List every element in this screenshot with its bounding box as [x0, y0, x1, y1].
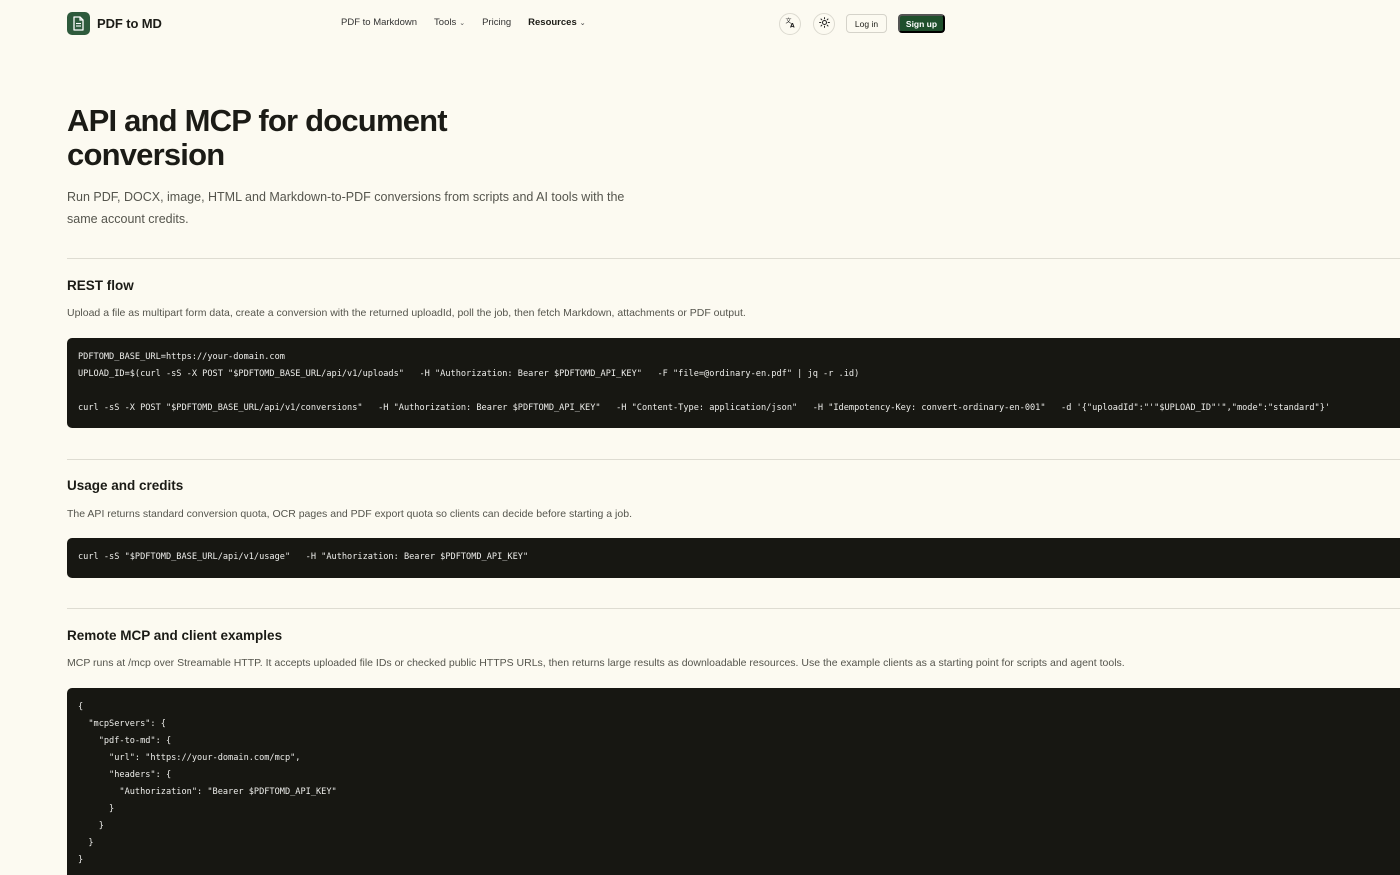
- divider: [67, 608, 1400, 609]
- sun-icon: [818, 15, 830, 33]
- signup-button[interactable]: Sign up: [898, 14, 945, 33]
- divider: [67, 258, 1400, 259]
- section-title-usage: Usage and credits: [67, 478, 184, 493]
- section-title-mcp: Remote MCP and client examples: [67, 628, 283, 643]
- page-title: API and MCP for document conversion: [67, 103, 448, 172]
- nav-label: Tools: [434, 17, 457, 28]
- nav-pricing[interactable]: Pricing: [482, 17, 511, 28]
- document-icon: [67, 12, 90, 35]
- code-block-mcp-config[interactable]: { "mcpServers": { "pdf-to-md": { "url": …: [67, 688, 1400, 875]
- nav-label: Resources: [528, 17, 577, 28]
- section-description-usage: The API returns standard conversion quot…: [67, 508, 632, 520]
- svg-text:A: A: [790, 23, 795, 29]
- language-button[interactable]: 文 A: [779, 13, 801, 35]
- nav-label: Pricing: [482, 17, 512, 28]
- login-button[interactable]: Log in: [846, 14, 887, 33]
- nav-resources[interactable]: Resources ⌄: [528, 17, 585, 28]
- theme-toggle-button[interactable]: [813, 13, 835, 35]
- section-description-mcp: MCP runs at /mcp over Streamable HTTP. I…: [67, 657, 1125, 669]
- chevron-down-icon: ⌄: [459, 19, 466, 27]
- chevron-down-icon: ⌄: [579, 19, 586, 27]
- nav-tools[interactable]: Tools ⌄: [434, 17, 465, 28]
- section-description-rest-flow: Upload a file as multipart form data, cr…: [67, 307, 746, 319]
- divider: [67, 459, 1400, 460]
- site-header: PDF to MD PDF to Markdown Tools ⌄ Pricin…: [0, 0, 1400, 48]
- page-subtitle: Run PDF, DOCX, image, HTML and Markdown-…: [67, 190, 625, 226]
- nav-label: PDF to Markdown: [341, 17, 418, 28]
- code-block-rest-flow[interactable]: PDFTOMD_BASE_URL=https://your-domain.com…: [67, 338, 1400, 428]
- nav-pdf-to-markdown[interactable]: PDF to Markdown: [341, 17, 417, 28]
- main-nav: PDF to Markdown Tools ⌄ Pricing Resource…: [341, 17, 586, 28]
- section-title-rest-flow: REST flow: [67, 278, 134, 293]
- logo-text: PDF to MD: [97, 16, 162, 31]
- logo-link[interactable]: PDF to MD: [67, 12, 162, 35]
- code-block-usage[interactable]: curl -sS "$PDFTOMD_BASE_URL/api/v1/usage…: [67, 538, 1400, 578]
- translate-icon: 文 A: [785, 15, 796, 33]
